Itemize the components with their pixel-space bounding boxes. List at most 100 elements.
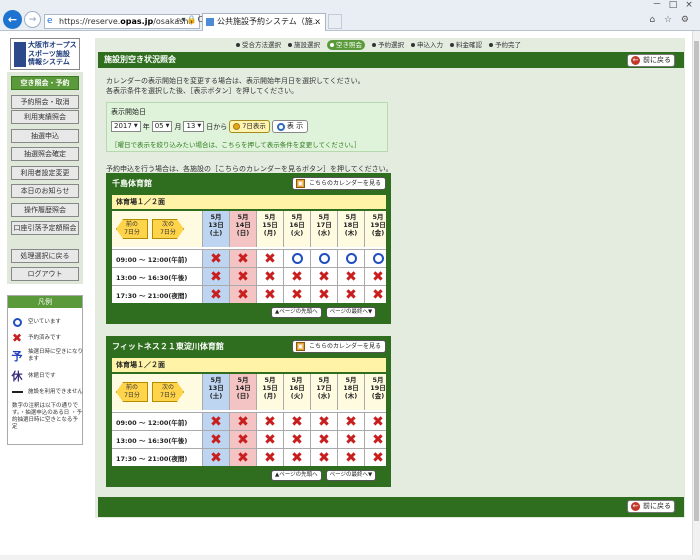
unavailable-bar-icon [11,386,23,398]
day-weekday: (月) [263,392,277,400]
day-unit: 日から [206,122,228,131]
available-circle-icon[interactable] [372,253,384,264]
time-slot-label: 09:00 ～ 12:00(午前) [116,419,188,427]
view-calendar-button[interactable]: ▣ こちらのカレンダーを見る [292,177,386,190]
site-logo[interactable]: 大阪市オープス スポーツ施設 情報システム [10,38,80,70]
day-month: 5月 [318,376,330,384]
day-month: 5月 [237,213,249,221]
bottom-bar [98,497,684,517]
prev-week-label: 前の [125,221,138,228]
page-bottom-button[interactable]: ページの最終へ▼ [325,470,377,481]
sidebar-item[interactable]: 抽選照会確定 [11,147,79,161]
close-window-button[interactable]: × [682,0,696,10]
sidebar-item[interactable]: ログアウト [11,267,79,281]
day-month: 5月 [345,376,357,384]
step-label: 予約選択 [378,41,404,49]
booked-cross-icon: ✖ [210,286,222,303]
booked-cross-icon: ✖ [291,268,303,285]
day-header: 5月 14日 (日) [229,211,256,247]
day-header: 5月 16日 (火) [283,211,310,247]
time-slot-row: 17:30 ～ 21:00(夜間) ✖ ✖ ✖ ✖ ✖ ✖ ✖ [112,448,386,466]
back-button-bottom[interactable]: ← 前に戻る [627,500,675,513]
legend-text: 抽選日時に空きになります [28,349,84,362]
day-value: 13 [186,122,196,130]
availability-grid: 前の 7日分 次の 7日分 5月 13日 (土) 5月 14日 (日) 5月 15日 (月) 5月 16日(… [112,211,386,303]
tab-close-icon[interactable]: × [314,14,321,30]
browser-tools-icons[interactable]: ⌂ ☆ ⚙ [649,15,692,25]
slot-cell[interactable] [310,250,337,267]
radio-dot-icon [233,123,241,130]
sidebar-item[interactable]: 抽選申込 [11,129,79,143]
month-select[interactable]: 05 ▼ [151,121,173,132]
day-header: 5月 17日 (水) [310,211,337,247]
available-circle-icon[interactable] [291,253,303,264]
date-row: 2017 ▼ 年 05 ▼ 月 13 ▼ 日から 7日表示 表 示 [111,120,309,133]
closed-glyph-icon: 休 [11,370,23,383]
available-circle-icon[interactable] [345,253,357,264]
next-week-button[interactable]: 次の 7日分 [152,382,184,402]
sidebar-item[interactable]: 本日のお知らせ [11,184,79,198]
slot-cell: ✖ [310,413,337,430]
prev-week-button[interactable]: 前の 7日分 [116,219,148,239]
day-month: 5月 [345,213,357,221]
day-month: 5月 [318,213,330,221]
slot-cell[interactable] [283,250,310,267]
view-calendar-button[interactable]: ▣ こちらのカレンダーを見る [292,340,386,353]
browser-tab[interactable]: 公共施設予約システム（施... × [202,13,326,31]
sidebar-item[interactable]: 操作履歴照会 [11,203,79,217]
booked-cross-icon: ✖ [345,286,357,303]
booked-cross-icon: ✖ [264,413,276,430]
sidebar-item[interactable]: 口座引落予定額照会 [11,221,79,235]
page-top-button[interactable]: ▲ページの先頭へ [271,470,322,481]
legend-text: 施設を利用できません [28,388,83,395]
next-week-button[interactable]: 次の 7日分 [152,219,184,239]
back-button-top[interactable]: ← 前に戻る [627,54,675,67]
legend-row: ✖ 予約済みです [11,331,83,345]
time-slot-row: 13:00 ～ 16:30(午後) ✖ ✖ ✖ ✖ ✖ ✖ ✖ [112,267,386,285]
new-tab-button[interactable] [328,14,342,29]
day-weekday: (日) [236,392,250,400]
sidebar-item[interactable]: 利用実績照会 [11,110,79,124]
date-selector-box: 表示開始日 2017 ▼ 年 05 ▼ 月 13 ▼ 日から 7日表示 表 示 ［曜日… [106,102,388,152]
next-week-label: 7日分 [160,229,176,236]
day-date: 13日 [208,384,224,392]
sidebar-item[interactable]: 処理選択に戻る [11,249,79,263]
filter-note-link[interactable]: ［曜日で表示を絞り込みたい場合は、こちらを押して表示条件を変更してください。］ [111,139,361,149]
slot-cell[interactable] [337,250,364,267]
vertical-scrollbar[interactable] [692,31,700,555]
available-circle-icon[interactable] [318,253,330,264]
page-top-button[interactable]: ▲ページの先頭へ [271,307,322,318]
year-select[interactable]: 2017 ▼ [111,121,141,132]
slot-cell[interactable] [364,250,391,267]
sidebar-item[interactable]: 予約照会・取消 [11,95,79,109]
seven-day-toggle[interactable]: 7日表示 [229,120,270,133]
sidebar-item[interactable]: 利用者設定変更 [11,166,79,180]
date-label: 表示開始日 [111,108,146,116]
sidebar-item[interactable]: 空き照会・予約 [11,76,79,90]
facility-block: フィットネス２１東淀川体育館 ▣ こちらのカレンダーを見る 体育場１／２面 前の 7日分次… [106,336,391,487]
show-button[interactable]: 表 示 [271,120,309,133]
step-dot-icon [450,43,454,47]
day-month: 5月 [237,376,249,384]
minimize-button[interactable]: － [650,0,664,10]
day-date: 13日 [208,221,224,229]
forward-arrow-icon[interactable]: → [24,11,41,28]
scroll-thumb[interactable] [694,41,699,521]
time-slot-label: 09:00 ～ 12:00(午前) [116,256,188,264]
back-arrow-icon[interactable]: ← [3,10,22,29]
address-tools[interactable]: ⌕▾🔒C [176,15,204,25]
prev-week-button[interactable]: 前の 7日分 [116,382,148,402]
tab-favicon-icon [206,18,214,26]
booked-cross-icon: ✖ [264,268,276,285]
day-date: 19日 [370,221,386,229]
slot-cell: ✖ [283,268,310,285]
maximize-button[interactable]: □ [666,0,680,10]
day-select[interactable]: 13 ▼ [183,121,205,132]
page-bottom-button[interactable]: ページの最終へ▼ [325,307,377,318]
step-item: 予約完了 [489,40,521,50]
slot-cell: ✖ [229,286,256,303]
horizontal-scrollbar[interactable] [0,555,700,560]
step-indicator: 受合方法選択 施設選択 空き照会 予約選択 申込入力 料金確認 予約完了 [236,40,521,50]
availability-grid: 前の 7日分 次の 7日分 5月 13日 (土) 5月 14日 (日) 5月 15日 (月) 5月 16日(… [112,374,386,466]
booked-cross-icon: ✖ [264,250,276,267]
